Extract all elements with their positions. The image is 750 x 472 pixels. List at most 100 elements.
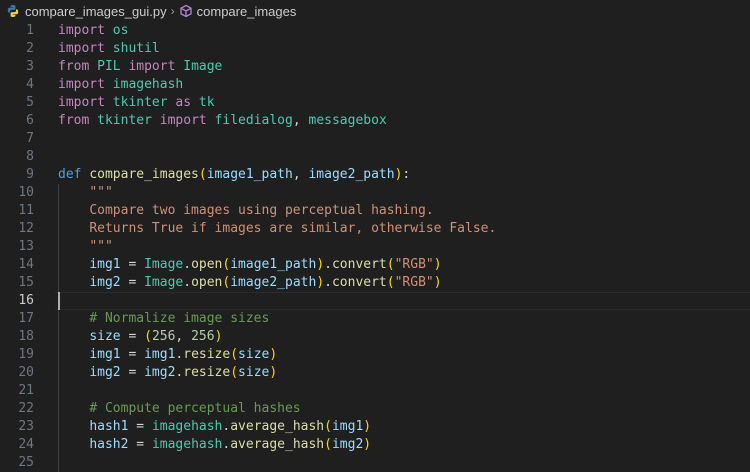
line-number: 23 xyxy=(18,419,34,434)
code-token: . xyxy=(183,257,192,272)
line-number: 4 xyxy=(26,77,34,92)
code-token: from xyxy=(58,113,90,128)
code-text: """ xyxy=(58,184,112,202)
line-number: 8 xyxy=(26,149,34,164)
code-token: average_hash xyxy=(230,419,325,434)
code-line[interactable]: 5 import tkinter as tk xyxy=(0,94,750,112)
code-token: os xyxy=(112,23,129,38)
line-number: 9 xyxy=(26,167,34,182)
code-token: compare_images xyxy=(89,167,199,182)
code-line[interactable]: 25 xyxy=(0,454,750,472)
code-token: tkinter xyxy=(97,113,152,128)
code-text: # Compute perceptual hashes xyxy=(58,400,301,418)
code-token: ) xyxy=(363,437,372,452)
code-text: import os xyxy=(58,22,128,40)
code-line[interactable]: 6 from tkinter import filedialog, message… xyxy=(0,112,750,130)
code-token: 256 xyxy=(151,329,176,344)
code-token: image1_path xyxy=(206,167,293,182)
code-line[interactable]: 4 import imagehash xyxy=(0,76,750,94)
code-token: = xyxy=(120,275,145,290)
code-line[interactable]: 16 xyxy=(0,292,750,310)
code-line[interactable]: 7 xyxy=(0,130,750,148)
code-line[interactable]: 17 # Normalize image sizes xyxy=(0,310,750,328)
code-token: hash2 xyxy=(89,437,129,452)
code-line[interactable]: 24 hash2 = imagehash.average_hash(img2) xyxy=(0,436,750,454)
code-line[interactable]: 9 def compare_images(image1_path, image2_… xyxy=(0,166,750,184)
code-line[interactable]: 10 """ xyxy=(0,184,750,202)
line-number: 15 xyxy=(18,275,34,290)
code-token: imagehash xyxy=(151,419,223,434)
line-number: 10 xyxy=(18,185,34,200)
code-line[interactable]: 1 import os xyxy=(0,22,750,40)
code-line[interactable]: 14 img1 = Image.open(image1_path).conver… xyxy=(0,256,750,274)
code-line[interactable]: 18 size = (256, 256) xyxy=(0,328,750,346)
code-token: imagehash xyxy=(151,437,223,452)
code-line[interactable]: 11 Compare two images using perceptual h… xyxy=(0,202,750,220)
code-token: shutil xyxy=(112,41,160,56)
line-number: 7 xyxy=(26,131,34,146)
code-token: tkinter xyxy=(112,95,168,110)
code-line[interactable]: 22 # Compute perceptual hashes xyxy=(0,400,750,418)
code-token: img2 xyxy=(331,437,364,452)
code-text: from tkinter import filedialog, messageb… xyxy=(58,112,387,130)
code-line[interactable]: 2 import shutil xyxy=(0,40,750,58)
breadcrumb-file[interactable]: compare_images_gui.py xyxy=(25,4,167,19)
code-token: import xyxy=(58,23,105,38)
code-line[interactable]: 23 hash1 = imagehash.average_hash(img1) xyxy=(0,418,750,436)
code-token: img1 xyxy=(331,419,364,434)
code-line[interactable]: 19 img1 = img1.resize(size) xyxy=(0,346,750,364)
code-token: . xyxy=(324,257,332,272)
code-token: tk xyxy=(198,95,215,110)
code-token: = xyxy=(128,419,152,434)
code-text: def compare_images(image1_path, image2_p… xyxy=(58,166,410,184)
code-token: # Compute perceptual hashes xyxy=(89,401,301,416)
python-file-icon xyxy=(6,4,20,18)
code-token: = xyxy=(128,437,152,452)
code-text: import shutil xyxy=(58,40,160,58)
code-line[interactable]: 3 from PIL import Image xyxy=(0,58,750,76)
code-token: """ xyxy=(89,239,113,254)
line-number: 6 xyxy=(26,113,34,128)
code-token: open xyxy=(191,257,223,272)
code-token: ( xyxy=(198,167,207,182)
code-token: messagebox xyxy=(308,113,387,128)
code-editor[interactable]: 1 import os 2 import shutil 3 from PIL import… xyxy=(0,22,750,472)
code-line[interactable]: 15 img2 = Image.open(image2_path).conver… xyxy=(0,274,750,292)
code-token: import xyxy=(58,41,105,56)
code-token: ( xyxy=(230,365,239,380)
breadcrumb-symbol[interactable]: compare_images xyxy=(197,4,297,19)
code-token: imagehash xyxy=(112,77,184,92)
code-token: . xyxy=(183,275,192,290)
code-token: resize xyxy=(183,347,231,362)
line-number: 24 xyxy=(18,437,34,452)
code-line[interactable]: 21 xyxy=(0,382,750,400)
code-line[interactable]: 13 """ xyxy=(0,238,750,256)
code-token: image1_path xyxy=(230,257,317,272)
code-token: PIL xyxy=(97,59,121,74)
code-token: import xyxy=(159,113,207,128)
code-token: convert xyxy=(331,275,387,290)
code-token: img2 xyxy=(89,365,121,380)
code-token: = xyxy=(120,365,145,380)
code-token: = xyxy=(120,347,145,362)
code-line[interactable]: 12 Returns True if images are similar, o… xyxy=(0,220,750,238)
code-line[interactable]: 8 xyxy=(0,148,750,166)
code-text: import tkinter as tk xyxy=(58,94,215,112)
code-token: . xyxy=(324,275,332,290)
code-line[interactable]: 20 img2 = img2.resize(size) xyxy=(0,364,750,382)
code-token: ) xyxy=(269,347,278,362)
code-token: resize xyxy=(183,365,231,380)
line-number: 1 xyxy=(26,23,34,38)
code-token: "RGB" xyxy=(394,275,434,290)
code-text: size = (256, 256) xyxy=(58,328,222,346)
code-token: Image xyxy=(144,257,184,272)
breadcrumb: compare_images_gui.py › compare_images xyxy=(0,0,750,22)
code-token: img2 xyxy=(89,275,121,290)
